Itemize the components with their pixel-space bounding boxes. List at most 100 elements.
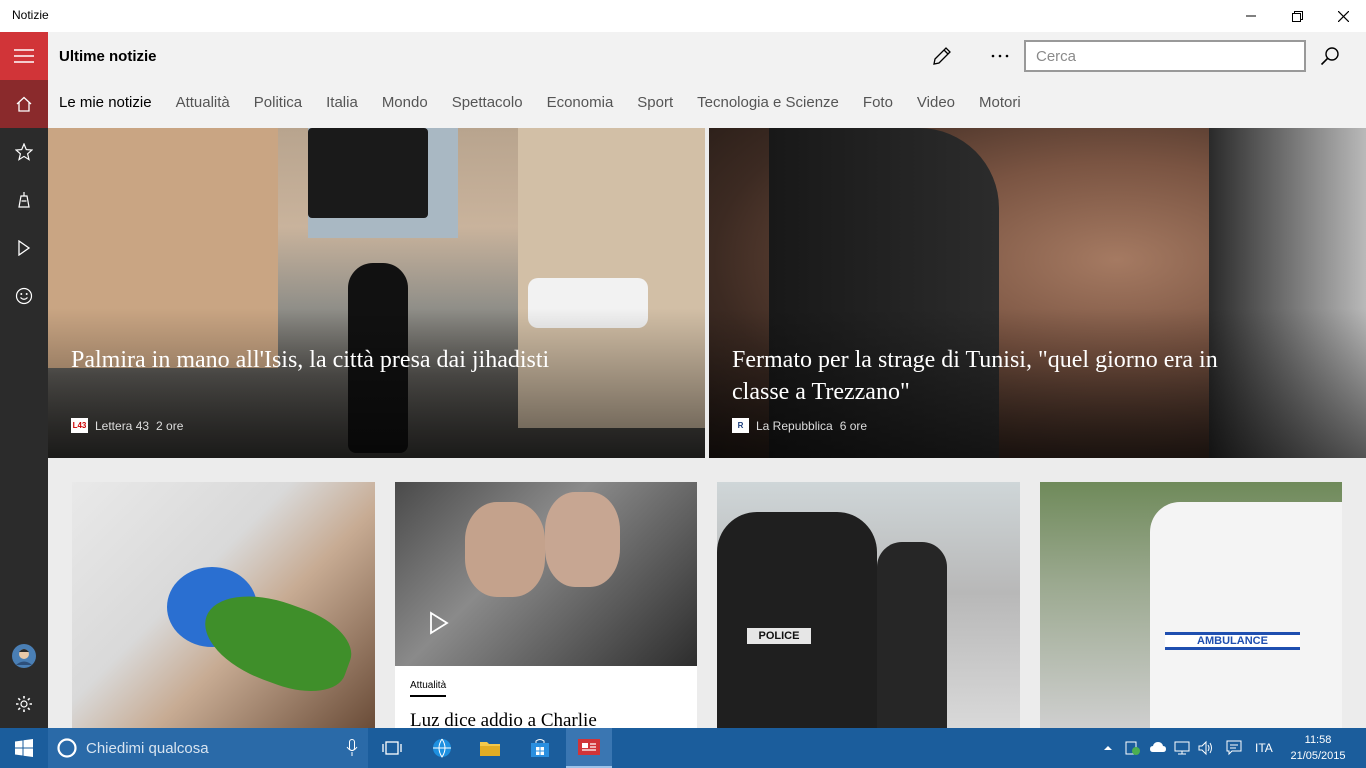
star-icon: [15, 143, 33, 161]
hamburger-icon: [14, 49, 34, 63]
more-icon: [991, 54, 1009, 58]
taskbar: Chiedimi qualcosa ITA 11:58 21/05/2015: [0, 728, 1366, 768]
article-age: 6 ore: [839, 418, 868, 433]
article-card[interactable]: [72, 482, 375, 728]
article-card[interactable]: AMBULANCE: [1040, 482, 1342, 728]
start-button[interactable]: [0, 728, 48, 768]
play-icon[interactable]: [425, 610, 451, 636]
hero-headline[interactable]: Palmira in mano all'Isis, la città presa…: [71, 344, 591, 376]
tab-motori[interactable]: Motori: [979, 94, 1021, 118]
security-icon[interactable]: [1125, 740, 1141, 756]
action-center-icon[interactable]: [1226, 740, 1242, 756]
source-name: Lettera 43: [95, 418, 150, 433]
close-button[interactable]: [1320, 0, 1366, 32]
clock-time: 11:58: [1304, 734, 1332, 746]
volume-icon[interactable]: [1198, 740, 1214, 756]
source-name: La Repubblica: [756, 418, 833, 433]
cortana-icon: [57, 738, 77, 758]
face-image: [465, 502, 545, 597]
videos-button[interactable]: [0, 224, 48, 272]
window-title: Notizie: [12, 8, 49, 22]
ambulance-label-image: AMBULANCE: [1165, 632, 1300, 650]
home-button[interactable]: [0, 80, 48, 128]
local-icon: [18, 192, 30, 208]
more-button[interactable]: [984, 40, 1016, 72]
face-image: [545, 492, 620, 587]
clock[interactable]: 11:58 21/05/2015: [1286, 732, 1350, 764]
card-category[interactable]: Attualità: [410, 680, 447, 697]
flag-image: [308, 128, 428, 218]
close-icon: [1337, 10, 1349, 22]
hero-article-palmira[interactable]: Palmira in mano all'Isis, la città presa…: [48, 128, 705, 458]
hero-article-tunisi[interactable]: Fermato per la strage di Tunisi, "quel g…: [709, 128, 1366, 458]
tab-mondo[interactable]: Mondo: [382, 94, 428, 118]
article-card-luz[interactable]: Attualità Luz dice addio a Charlie: [395, 482, 697, 728]
tab-italia[interactable]: Italia: [326, 94, 358, 118]
search-icon: [1320, 47, 1339, 66]
tab-economia[interactable]: Economia: [547, 94, 614, 118]
input-language[interactable]: ITA: [1255, 741, 1273, 755]
store-taskbar-button[interactable]: [518, 728, 562, 768]
gear-icon: [16, 696, 32, 712]
onedrive-icon[interactable]: [1150, 740, 1166, 754]
tab-video[interactable]: Video: [917, 94, 955, 118]
account-button[interactable]: [0, 632, 48, 680]
police-officer-image: [717, 512, 877, 728]
title-bar: Notizie: [0, 0, 1366, 32]
category-tabs: Le mie notizie Attualità Politica Italia…: [59, 94, 1045, 118]
hero-headline[interactable]: Fermato per la strage di Tunisi, "quel g…: [732, 344, 1252, 408]
lettera43-logo-icon: L43: [71, 418, 88, 433]
network-icon[interactable]: [1174, 740, 1190, 756]
store-icon: [531, 739, 549, 757]
repubblica-logo-icon: R: [732, 418, 749, 433]
article-source: L43 Lettera 43 2 ore: [71, 418, 183, 433]
page-title: Ultime notizie: [59, 48, 157, 65]
news-app-icon: [578, 739, 600, 755]
search-input[interactable]: [1024, 40, 1306, 72]
home-icon: [16, 96, 32, 112]
restore-button[interactable]: [1274, 0, 1320, 32]
avatar-icon: [12, 644, 36, 668]
chevron-up-icon[interactable]: [1104, 745, 1112, 751]
tab-sport[interactable]: Sport: [637, 94, 673, 118]
cortana-placeholder: Chiedimi qualcosa: [86, 739, 209, 757]
play-icon: [18, 240, 31, 256]
settings-button[interactable]: [0, 680, 48, 728]
local-button[interactable]: [0, 176, 48, 224]
cortana-search-box[interactable]: Chiedimi qualcosa: [48, 728, 368, 768]
tab-tecnologia-e-scienze[interactable]: Tecnologia e Scienze: [697, 94, 839, 118]
news-taskbar-button[interactable]: [566, 728, 612, 768]
minimize-icon: [1246, 15, 1256, 17]
task-view-button[interactable]: [370, 728, 414, 768]
smiley-icon: [15, 287, 33, 305]
edge-taskbar-button[interactable]: [420, 728, 464, 768]
tab-attualita[interactable]: Attualità: [176, 94, 230, 118]
tab-le-mie-notizie[interactable]: Le mie notizie: [59, 94, 152, 118]
card-headline[interactable]: Luz dice addio a Charlie: [410, 710, 597, 728]
windows-logo-icon: [15, 739, 33, 757]
tab-politica[interactable]: Politica: [254, 94, 302, 118]
ambulance-image: [1150, 502, 1342, 728]
police-label-image: POLICE: [747, 628, 811, 644]
article-image: [395, 482, 697, 666]
edit-button[interactable]: [926, 40, 958, 72]
minimize-button[interactable]: [1228, 0, 1274, 32]
tab-spettacolo[interactable]: Spettacolo: [452, 94, 523, 118]
search-button[interactable]: [1314, 40, 1346, 72]
pencil-icon: [933, 47, 951, 65]
restore-icon: [1291, 10, 1303, 22]
article-card[interactable]: POLICE: [717, 482, 1020, 728]
task-view-icon: [382, 741, 402, 755]
microphone-icon[interactable]: [346, 739, 358, 757]
edge-icon: [433, 738, 451, 758]
interests-button[interactable]: [0, 128, 48, 176]
hamburger-menu-button[interactable]: [0, 32, 48, 80]
clock-date: 21/05/2015: [1290, 750, 1346, 762]
feedback-button[interactable]: [0, 272, 48, 320]
tab-foto[interactable]: Foto: [863, 94, 893, 118]
file-explorer-taskbar-button[interactable]: [468, 728, 512, 768]
article-age: 2 ore: [156, 418, 184, 433]
card-caption: Attualità Luz dice addio a Charlie: [395, 666, 697, 728]
app-header: Ultime notizie Le mie notizie Attualità …: [48, 32, 1366, 128]
file-explorer-icon: [480, 742, 500, 756]
